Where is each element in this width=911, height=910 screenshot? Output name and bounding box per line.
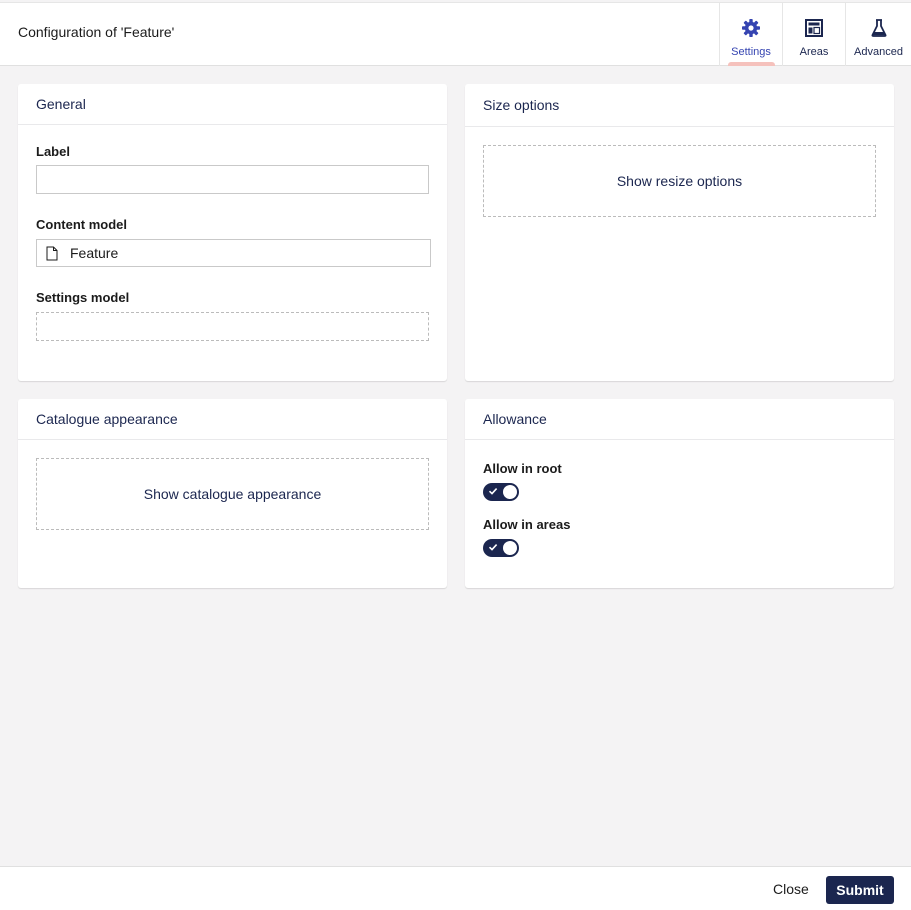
content-model-item[interactable]: Feature	[36, 239, 431, 267]
show-resize-options-button[interactable]: Show resize options	[483, 145, 876, 217]
check-icon	[488, 488, 498, 495]
tab-settings[interactable]: Settings	[719, 3, 782, 66]
allowance-panel: Allowance Allow in root Allow in areas	[465, 399, 894, 588]
check-icon	[488, 544, 498, 551]
size-options-panel: Size options Show resize options	[465, 84, 894, 381]
content-model-label: Content model	[36, 217, 127, 232]
catalogue-appearance-panel: Catalogue appearance Show catalogue appe…	[18, 399, 447, 588]
tab-areas[interactable]: Areas	[782, 3, 845, 66]
settings-model-label: Settings model	[36, 290, 130, 305]
close-button[interactable]: Close	[773, 881, 809, 897]
document-icon	[46, 246, 58, 261]
dialog-footer: Close Submit	[0, 866, 911, 910]
label-input[interactable]	[36, 165, 429, 194]
submit-button[interactable]: Submit	[826, 876, 894, 904]
dialog-title: Configuration of 'Feature'	[18, 24, 175, 40]
label-field-label: Label	[36, 144, 70, 159]
allow-in-root-label: Allow in root	[483, 461, 562, 476]
active-tab-indicator	[728, 62, 775, 66]
show-catalogue-appearance-button[interactable]: Show catalogue appearance	[36, 458, 429, 530]
toggle-knob	[503, 541, 517, 555]
general-panel-title: General	[18, 84, 447, 125]
catalogue-appearance-title: Catalogue appearance	[18, 399, 447, 440]
flask-icon	[868, 17, 890, 39]
allowance-title: Allowance	[465, 399, 894, 440]
tab-advanced-label: Advanced	[854, 46, 903, 58]
general-panel: General Label Content model Feature Sett…	[18, 84, 447, 381]
tab-settings-label: Settings	[731, 46, 771, 58]
gear-icon	[740, 17, 762, 39]
allow-in-areas-label: Allow in areas	[483, 517, 571, 532]
settings-model-picker[interactable]	[36, 312, 429, 341]
tab-advanced[interactable]: Advanced	[845, 3, 911, 66]
dialog-header: Configuration of 'Feature' Settings Area…	[0, 2, 911, 66]
tab-areas-label: Areas	[799, 46, 829, 58]
allow-in-root-toggle[interactable]	[483, 483, 519, 501]
tab-bar: Settings Areas Advanced	[719, 3, 911, 66]
toggle-knob	[503, 485, 517, 499]
size-options-title: Size options	[465, 84, 894, 127]
layout-icon	[803, 17, 825, 39]
content-model-name: Feature	[70, 245, 119, 261]
allow-in-areas-toggle[interactable]	[483, 539, 519, 557]
